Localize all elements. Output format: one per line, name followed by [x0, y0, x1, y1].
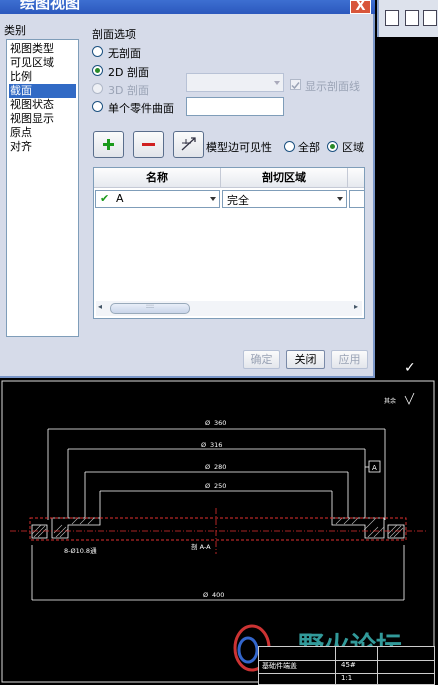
dim-phi-316: Ø	[201, 441, 206, 449]
table-row-area-select[interactable]: 完全	[222, 190, 347, 208]
row-name: A	[116, 192, 124, 205]
dim-phi-280: Ø	[205, 463, 210, 471]
scroll-left-icon[interactable]: ◂	[98, 302, 102, 311]
title-bar[interactable]: 绘图视图 X	[0, 0, 375, 14]
table-row-extra-cell[interactable]	[349, 190, 364, 208]
category-header: 类别	[4, 24, 26, 37]
add-section-button[interactable]	[93, 131, 124, 158]
show-section-lines-label: 显示剖面线	[305, 80, 360, 93]
table-row-name-select[interactable]: ✔ A	[95, 190, 220, 208]
category-view-display[interactable]: 视图显示	[10, 112, 54, 126]
radio-single-part-surface[interactable]	[92, 101, 103, 112]
section-options-header: 剖面选项	[92, 28, 136, 41]
view-icon[interactable]	[405, 10, 419, 26]
window-title: 绘图视图	[20, 0, 81, 12]
chevron-down-icon	[274, 80, 280, 85]
radio-3d-section[interactable]	[92, 83, 103, 94]
chevron-down-icon	[337, 197, 343, 201]
chevron-down-icon	[210, 197, 216, 201]
dim-value-250: 250	[214, 482, 226, 490]
arrow-diagonal-icon	[181, 137, 196, 151]
radio-no-section-label: 无剖面	[108, 47, 141, 60]
plus-icon	[103, 139, 114, 150]
ok-button[interactable]: 确定	[243, 350, 280, 369]
radio-scope-all-label: 全部	[298, 141, 320, 154]
dim-value-280: 280	[214, 463, 226, 471]
row-check-icon: ✔	[100, 192, 110, 205]
datum-label: A	[372, 464, 377, 472]
dim-phi-400: Ø	[203, 591, 208, 599]
title-block-scale: 1:1	[341, 674, 353, 682]
radio-scope-all[interactable]	[284, 141, 295, 152]
main-toolbar-fragment	[377, 0, 438, 37]
scroll-thumb[interactable]: ::::	[110, 303, 190, 314]
radio-3d-section-label: 3D 剖面	[108, 84, 149, 97]
radio-single-part-surface-label: 单个零件曲面	[108, 102, 174, 115]
radio-no-section[interactable]	[92, 46, 103, 57]
render-icon[interactable]	[423, 10, 437, 26]
column-header-name[interactable]: 名称	[94, 168, 221, 188]
drawing-view-dialog: 绘图视图 X 类别 视图类型 可见区域 比例 截面 视图状态 视图显示 原点 对…	[0, 0, 375, 378]
title-block-drawing-title: 基础件端盖	[262, 662, 297, 670]
close-window-button[interactable]: X	[350, 0, 371, 14]
category-list[interactable]: 视图类型 可见区域 比例 截面 视图状态 视图显示 原点 对齐	[6, 39, 79, 337]
radio-2d-section-label: 2D 剖面	[108, 66, 149, 79]
category-origin[interactable]: 原点	[10, 126, 32, 140]
radio-scope-area-label: 区域	[342, 141, 364, 154]
column-header-extra	[348, 168, 364, 188]
section-note: 剖 A-A	[191, 542, 211, 551]
dim-value-316: 316	[210, 441, 222, 449]
remove-section-button[interactable]	[133, 131, 164, 158]
drawing-title-block: 基础件端盖 45# 1:1	[258, 646, 435, 685]
horizontal-scrollbar[interactable]: ◂ :::: ▸	[96, 301, 362, 316]
category-visible-area[interactable]: 可见区域	[10, 56, 54, 70]
radio-scope-area[interactable]	[327, 141, 338, 152]
title-block-material: 45#	[341, 661, 356, 669]
roughness-note: 其余	[384, 397, 396, 405]
apply-button[interactable]: 应用	[331, 350, 368, 369]
roughness-symbol-icon	[404, 392, 415, 405]
row-area: 完全	[227, 194, 249, 207]
category-view-type[interactable]: 视图类型	[10, 42, 54, 56]
regen-check-icon: ✓	[404, 360, 416, 376]
section-table: 名称 剖切区域 ✔ A 完全 ◂ :::: ▸	[93, 167, 365, 319]
column-header-cut-area[interactable]: 剖切区域	[221, 168, 348, 188]
close-button[interactable]: 关闭	[286, 350, 325, 369]
dim-phi-360: Ø	[205, 419, 210, 427]
dim-value-400: 400	[212, 591, 224, 599]
cad-graphics-area-right[interactable]	[377, 37, 438, 378]
scroll-right-icon[interactable]: ▸	[354, 302, 358, 311]
layer-icon[interactable]	[385, 10, 399, 26]
check-icon	[291, 82, 300, 90]
part-outline	[31, 517, 405, 539]
toolbar-separator	[377, 0, 379, 37]
category-scale[interactable]: 比例	[10, 70, 32, 84]
category-alignment[interactable]: 对齐	[10, 140, 32, 154]
dim-phi-250: Ø	[205, 482, 210, 490]
single-part-surface-input[interactable]	[186, 97, 284, 116]
dimension-lines	[31, 428, 405, 601]
edge-visibility-label: 模型边可见性	[206, 141, 272, 154]
hole-note: 8-Ø10.8通	[64, 546, 97, 555]
scroll-grip: ::::	[145, 303, 155, 310]
dim-value-360: 360	[214, 419, 226, 427]
section-select-dropdown[interactable]	[186, 73, 284, 92]
show-section-lines-checkbox[interactable]	[290, 79, 301, 90]
minus-icon	[142, 143, 155, 146]
radio-2d-section[interactable]	[92, 65, 103, 76]
edge-visibility-button[interactable]	[173, 131, 204, 158]
category-section[interactable]: 截面	[9, 84, 76, 98]
category-view-state[interactable]: 视图状态	[10, 98, 54, 112]
